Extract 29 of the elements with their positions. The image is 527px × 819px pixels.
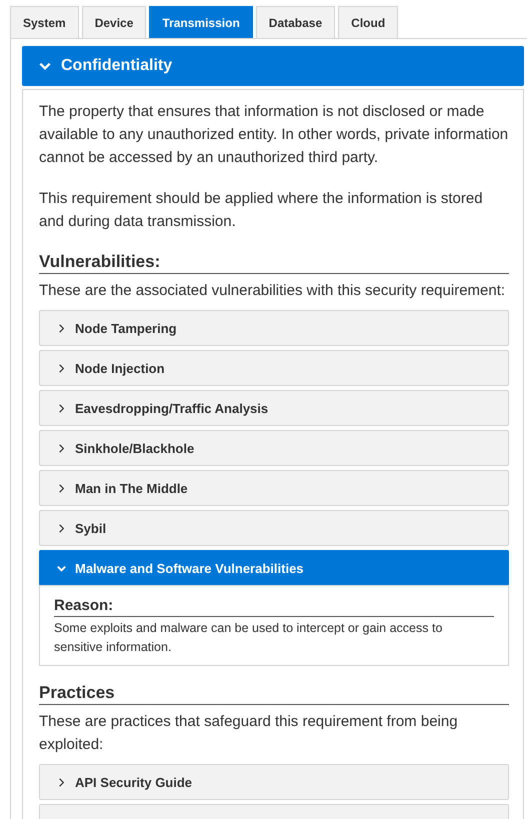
accordion-item[interactable]: Man in The Middle <box>39 470 509 506</box>
chevron-right-icon <box>56 322 67 334</box>
tab[interactable]: Device <box>82 6 146 38</box>
chevron-right-icon <box>56 402 67 414</box>
tab[interactable]: Database <box>256 6 336 38</box>
section-heading: Vulnerabilities: <box>39 251 509 274</box>
chevron-right-icon <box>56 442 67 454</box>
chevron-right-icon <box>56 776 67 788</box>
accordion-item[interactable]: API Security Guide <box>39 764 509 800</box>
section-intro: These are practices that safeguard this requirement from being exploited: <box>39 712 459 755</box>
accordion-header[interactable]: Confidentiality <box>22 46 524 86</box>
description-text: The property that ensures that information is not disclosed or made available to any unauthorized entity. In other words, private information cannot be accessed by an unauthorized third party. <box>39 102 509 168</box>
tab[interactable]: Cloud <box>338 6 398 38</box>
accordion-item[interactable]: Eavesdropping/Traffic Analysis <box>39 390 509 426</box>
accordion-item[interactable]: Sinkhole/Blackhole <box>39 430 509 466</box>
chevron-right-icon <box>56 522 67 534</box>
accordion-item[interactable]: Malware and Software Vulnerabilities <box>39 550 509 586</box>
accordion-item[interactable]: Node Tampering <box>39 310 509 346</box>
accordion-item[interactable]: Sybil <box>39 510 509 546</box>
reason-text: Some exploits and malware can be used to intercept or gain access to sensitive information. <box>54 620 444 656</box>
chevron-right-icon <box>56 482 67 494</box>
description-text: This requirement should be applied where the information is stored and during data transmission. <box>39 189 484 232</box>
accordion-item[interactable]: Node Injection <box>39 350 509 386</box>
tab[interactable]: Transmission <box>149 6 253 38</box>
chevron-right-icon <box>56 362 67 374</box>
section-intro: These are the associated vulnerabilities with this security requirement: <box>39 281 506 301</box>
section-heading: Practices <box>39 682 509 705</box>
reason-heading: Reason: <box>54 596 494 617</box>
tab[interactable]: System <box>10 6 79 38</box>
